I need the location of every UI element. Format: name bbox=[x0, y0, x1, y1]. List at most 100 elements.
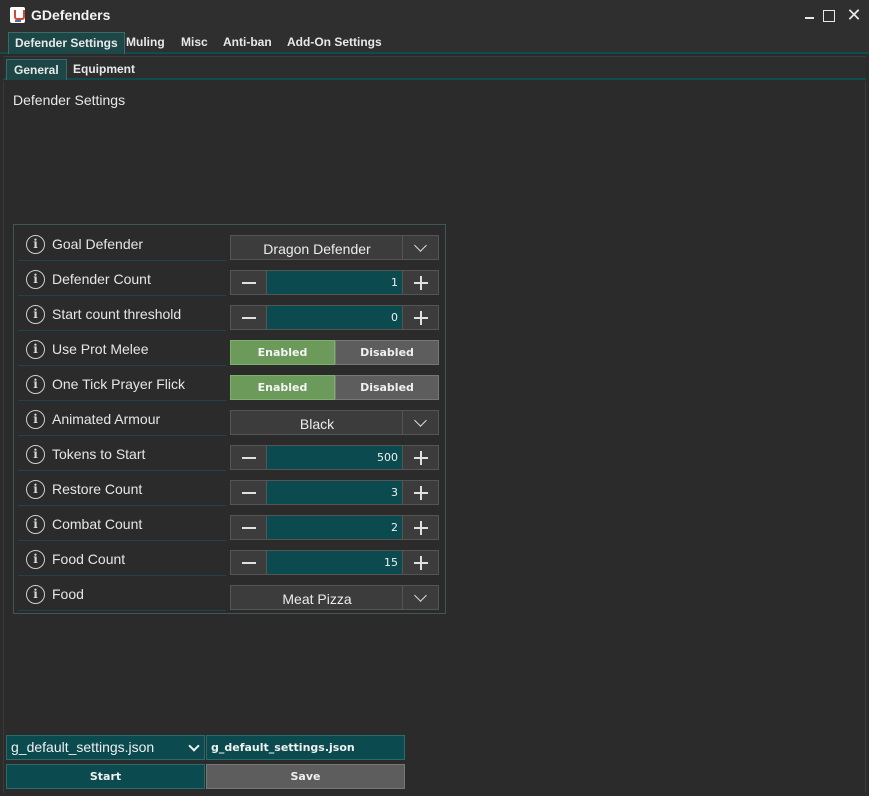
setting-label: Food Count bbox=[52, 551, 126, 567]
tokens-to-start-stepper: 500 bbox=[230, 445, 439, 470]
setting-label: Use Prot Melee bbox=[52, 341, 149, 357]
label-underline bbox=[18, 330, 226, 331]
minus-icon[interactable] bbox=[230, 550, 267, 575]
food-dropdown[interactable]: Meat Pizza bbox=[230, 585, 439, 610]
plus-icon[interactable] bbox=[402, 445, 439, 470]
label-underline bbox=[18, 365, 226, 366]
close-icon[interactable]: ✕ bbox=[844, 5, 864, 25]
save-button[interactable]: Save bbox=[206, 764, 405, 789]
stepper-value[interactable]: 2 bbox=[267, 515, 402, 540]
start-count-threshold-stepper: 0 bbox=[230, 305, 439, 330]
setting-label: Defender Count bbox=[52, 271, 151, 287]
stepper-value[interactable]: 15 bbox=[267, 550, 402, 575]
setting-label: Food bbox=[52, 586, 84, 602]
settings-file-select-value: g_default_settings.json bbox=[11, 739, 155, 755]
section-title: Defender Settings bbox=[13, 92, 126, 108]
tab-muling[interactable]: Muling bbox=[120, 32, 171, 54]
setting-row-combat-count: i Combat Count 2 bbox=[18, 507, 444, 542]
tab-anti-ban[interactable]: Anti-ban bbox=[217, 32, 278, 54]
enabled-button[interactable]: Enabled bbox=[230, 340, 335, 365]
disabled-button[interactable]: Disabled bbox=[335, 340, 439, 365]
minus-icon[interactable] bbox=[230, 445, 267, 470]
info-icon[interactable]: i bbox=[26, 305, 45, 324]
plus-icon[interactable] bbox=[402, 270, 439, 295]
food-count-stepper: 15 bbox=[230, 550, 439, 575]
chevron-down-icon[interactable] bbox=[188, 740, 200, 752]
info-icon[interactable]: i bbox=[26, 270, 45, 289]
label-underline bbox=[18, 610, 226, 611]
info-icon[interactable]: i bbox=[26, 585, 45, 604]
stepper-value[interactable]: 500 bbox=[267, 445, 402, 470]
info-icon[interactable]: i bbox=[26, 480, 45, 499]
tab-general[interactable]: General bbox=[6, 59, 67, 80]
info-icon[interactable]: i bbox=[26, 235, 45, 254]
dropdown-value: Dragon Defender bbox=[263, 241, 371, 257]
setting-row-defender-count: i Defender Count 1 bbox=[18, 262, 444, 297]
label-underline bbox=[18, 505, 226, 506]
plus-icon[interactable] bbox=[402, 515, 439, 540]
tab-defender-settings[interactable]: Defender Settings bbox=[8, 32, 125, 54]
setting-label: Start count threshold bbox=[52, 306, 182, 322]
label-underline bbox=[18, 575, 226, 576]
goal-defender-dropdown[interactable]: Dragon Defender bbox=[230, 235, 439, 260]
tab-equipment[interactable]: Equipment bbox=[66, 59, 142, 80]
chevron-down-icon[interactable] bbox=[402, 586, 438, 609]
sub-tab-bar: General Equipment bbox=[3, 56, 866, 80]
plus-icon[interactable] bbox=[402, 305, 439, 330]
defender-count-stepper: 1 bbox=[230, 270, 439, 295]
minus-icon[interactable] bbox=[230, 515, 267, 540]
setting-label: Goal Defender bbox=[52, 236, 144, 252]
label-underline bbox=[18, 540, 226, 541]
info-icon[interactable]: i bbox=[26, 515, 45, 534]
enabled-button[interactable]: Enabled bbox=[230, 375, 335, 400]
label-underline bbox=[18, 435, 226, 436]
info-icon[interactable]: i bbox=[26, 445, 45, 464]
animated-armour-dropdown[interactable]: Black bbox=[230, 410, 439, 435]
settings-file-select[interactable]: g_default_settings.json bbox=[6, 735, 205, 760]
one-tick-prayer-flick-toggle: Enabled Disabled bbox=[230, 375, 439, 400]
setting-row-use-prot-melee: i Use Prot Melee Enabled Disabled bbox=[18, 332, 444, 367]
setting-row-tokens-to-start: i Tokens to Start 500 bbox=[18, 437, 444, 472]
setting-label: Animated Armour bbox=[52, 411, 161, 427]
label-underline bbox=[18, 260, 226, 261]
dropdown-value: Meat Pizza bbox=[282, 591, 352, 607]
tab-misc[interactable]: Misc bbox=[175, 32, 214, 54]
stepper-value[interactable]: 1 bbox=[267, 270, 402, 295]
info-icon[interactable]: i bbox=[26, 375, 45, 394]
setting-row-goal-defender: i Goal Defender Dragon Defender bbox=[18, 227, 444, 262]
chevron-down-icon[interactable] bbox=[402, 411, 438, 434]
settings-file-name-input[interactable]: g_default_settings.json bbox=[206, 735, 405, 760]
stepper-value[interactable]: 0 bbox=[267, 305, 402, 330]
window-title: GDefenders bbox=[31, 7, 111, 23]
combat-count-stepper: 2 bbox=[230, 515, 439, 540]
setting-label: Combat Count bbox=[52, 516, 143, 532]
start-button[interactable]: Start bbox=[6, 764, 205, 789]
info-icon[interactable]: i bbox=[26, 410, 45, 429]
title-bar: GDefenders ✕ bbox=[0, 0, 869, 30]
minus-icon[interactable] bbox=[230, 270, 267, 295]
tab-add-on-settings[interactable]: Add-On Settings bbox=[281, 32, 388, 54]
setting-row-food-count: i Food Count 15 bbox=[18, 542, 444, 577]
minus-icon[interactable] bbox=[230, 480, 267, 505]
setting-row-animated-armour: i Animated Armour Black bbox=[18, 402, 444, 437]
main-tab-bar: Defender Settings Muling Misc Anti-ban A… bbox=[0, 30, 869, 54]
info-icon[interactable]: i bbox=[26, 340, 45, 359]
disabled-button[interactable]: Disabled bbox=[335, 375, 439, 400]
java-app-icon bbox=[10, 7, 25, 23]
label-underline bbox=[18, 470, 226, 471]
setting-row-food: i Food Meat Pizza bbox=[18, 577, 444, 612]
setting-label: Restore Count bbox=[52, 481, 143, 497]
setting-row-restore-count: i Restore Count 3 bbox=[18, 472, 444, 507]
minus-icon[interactable] bbox=[230, 305, 267, 330]
minimize-icon[interactable] bbox=[800, 5, 820, 25]
plus-icon[interactable] bbox=[402, 550, 439, 575]
chevron-down-icon[interactable] bbox=[402, 236, 438, 259]
stepper-value[interactable]: 3 bbox=[267, 480, 402, 505]
plus-icon[interactable] bbox=[402, 480, 439, 505]
use-prot-melee-toggle: Enabled Disabled bbox=[230, 340, 439, 365]
setting-row-one-tick-prayer-flick: i One Tick Prayer Flick Enabled Disabled bbox=[18, 367, 444, 402]
setting-row-start-count-threshold: i Start count threshold 0 bbox=[18, 297, 444, 332]
maximize-icon[interactable] bbox=[818, 5, 838, 25]
info-icon[interactable]: i bbox=[26, 550, 45, 569]
dropdown-value: Black bbox=[299, 416, 335, 432]
